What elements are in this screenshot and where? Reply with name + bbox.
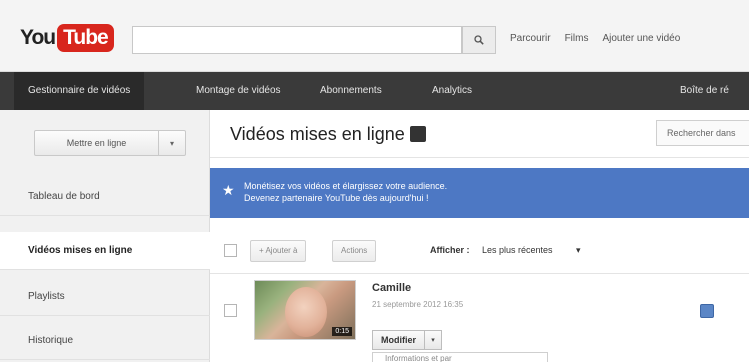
table-row: 0:15 Camille 21 septembre 2012 16:35 Mod…	[210, 274, 749, 362]
sidebar-item-uploaded-videos[interactable]: Vidéos mises en ligne	[0, 232, 210, 270]
add-to-button[interactable]: + Ajouter à	[250, 240, 307, 262]
sidebar-item-history[interactable]: Historique	[0, 322, 210, 360]
upload-video-link[interactable]: Ajouter une vidéo	[602, 33, 680, 44]
video-toolbar: + Ajouter à Actions Afficher : Les plus …	[210, 228, 749, 274]
youtube-logo[interactable]: You Tube	[20, 20, 114, 56]
partner-banner[interactable]: ★ Monétisez vos vidéos et élargissez vot…	[210, 168, 749, 218]
modify-dropdown-menu[interactable]: Informations et par	[372, 352, 548, 362]
movies-link[interactable]: Films	[565, 33, 589, 44]
sort-dropdown[interactable]: Les plus récentes	[482, 245, 553, 255]
browse-link[interactable]: Parcourir	[510, 33, 551, 44]
modify-button-label[interactable]: Modifier	[373, 331, 425, 349]
select-all-checkbox[interactable]	[224, 244, 237, 257]
video-duration: 0:15	[332, 327, 352, 336]
nav-inbox[interactable]: Boîte de ré	[680, 72, 729, 110]
search-input[interactable]	[132, 26, 462, 54]
top-header: You Tube Parcourir Films Ajouter une vid…	[0, 0, 749, 72]
sidebar-item-playlists[interactable]: Playlists	[0, 278, 210, 316]
chevron-down-icon[interactable]: ▾	[159, 131, 185, 155]
search-icon	[474, 35, 484, 45]
banner-text: Monétisez vos vidéos et élargissez votre…	[244, 180, 724, 204]
show-label: Afficher :	[430, 245, 470, 255]
upload-button[interactable]: Mettre en ligne ▾	[34, 130, 186, 156]
chevron-down-icon[interactable]: ▾	[576, 245, 581, 256]
videos-search-input[interactable]: Rechercher dans	[656, 120, 749, 146]
banner-line-2: Devenez partenaire YouTube dès aujourd'h…	[244, 193, 429, 203]
nav-subscriptions[interactable]: Abonnements	[320, 72, 382, 110]
modify-button[interactable]: Modifier ▾	[372, 330, 442, 350]
top-links: Parcourir Films Ajouter une vidéo	[510, 33, 680, 44]
title-row: Vidéos mises en ligne Rechercher dans	[210, 110, 749, 158]
info-icon	[410, 126, 426, 142]
main-content: Vidéos mises en ligne Rechercher dans ★ …	[210, 110, 749, 362]
nav-analytics[interactable]: Analytics	[432, 72, 472, 110]
nav-video-editor[interactable]: Montage de vidéos	[196, 72, 281, 110]
search-button[interactable]	[462, 26, 496, 54]
video-date: 21 septembre 2012 16:35	[372, 300, 464, 309]
video-thumbnail[interactable]: 0:15	[254, 280, 356, 340]
main-navigation: Gestionnaire de vidéos Montage de vidéos…	[0, 72, 749, 110]
page-title: Vidéos mises en ligne	[230, 124, 405, 144]
video-title-link[interactable]: Camille	[372, 282, 411, 294]
sidebar: Mettre en ligne ▾ Tableau de bord Vidéos…	[0, 110, 210, 362]
nav-video-manager[interactable]: Gestionnaire de vidéos	[14, 72, 145, 110]
actions-button[interactable]: Actions	[332, 240, 377, 262]
banner-line-1: Monétisez vos vidéos et élargissez votre…	[244, 181, 448, 191]
logo-you-text: You	[20, 26, 56, 49]
video-checkbox[interactable]	[224, 304, 237, 317]
sidebar-item-dashboard[interactable]: Tableau de bord	[0, 178, 210, 216]
logo-tube-text: Tube	[57, 24, 114, 52]
upload-button-label[interactable]: Mettre en ligne	[35, 131, 159, 155]
chevron-down-icon[interactable]: ▾	[425, 331, 441, 349]
youtube-video-manager-page: You Tube Parcourir Films Ajouter une vid…	[0, 0, 749, 362]
baby-face-image	[285, 287, 327, 337]
video-status-icon[interactable]	[700, 304, 714, 318]
star-icon: ★	[222, 182, 235, 198]
